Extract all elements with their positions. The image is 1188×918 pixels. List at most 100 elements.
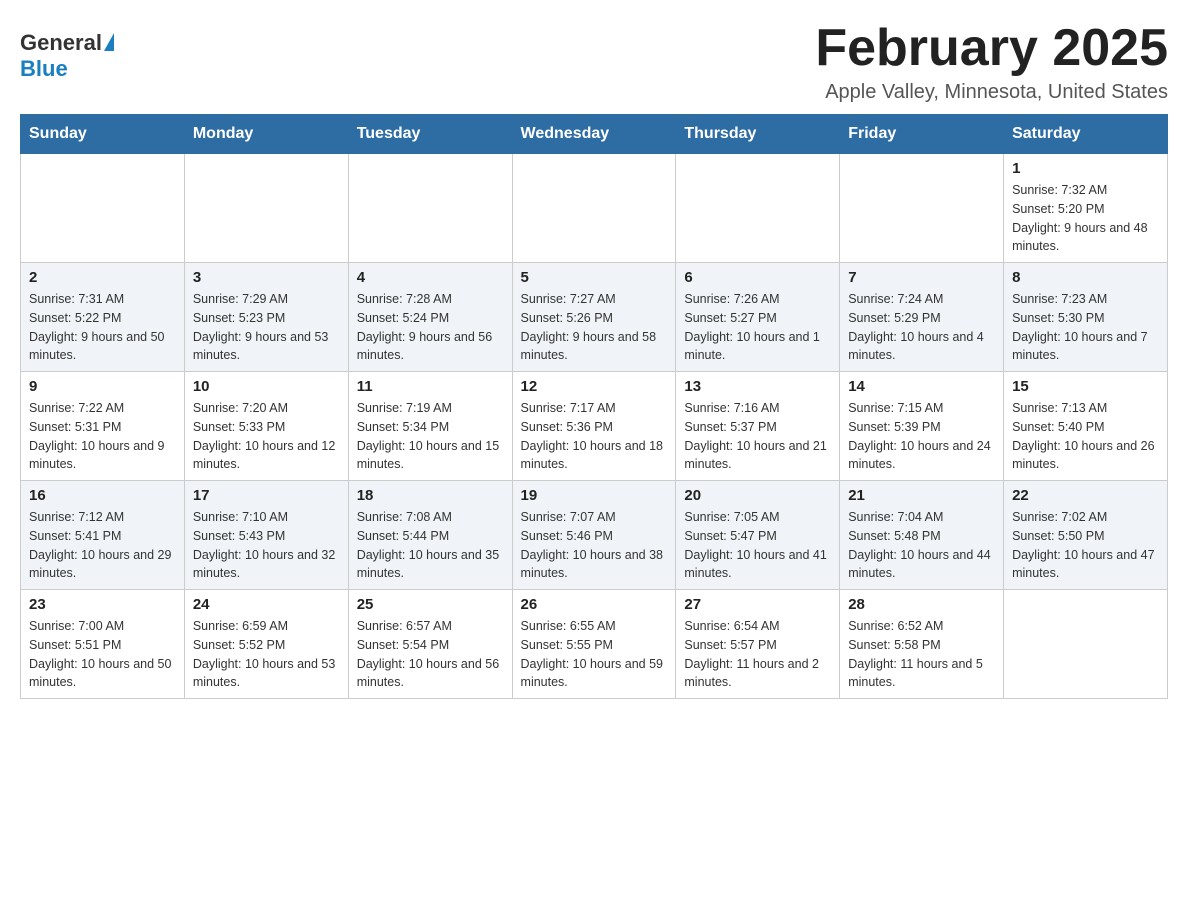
day-number: 3	[193, 269, 340, 286]
day-number: 26	[521, 596, 668, 613]
table-row	[512, 154, 676, 263]
day-number: 12	[521, 378, 668, 395]
day-number: 9	[29, 378, 176, 395]
day-number: 27	[684, 596, 831, 613]
day-number: 19	[521, 487, 668, 504]
day-number: 2	[29, 269, 176, 286]
calendar-week-row: 23 Sunrise: 7:00 AM Sunset: 5:51 PM Dayli…	[21, 590, 1168, 699]
day-info: Sunrise: 7:00 AM Sunset: 5:51 PM Dayligh…	[29, 617, 176, 692]
day-info: Sunrise: 7:22 AM Sunset: 5:31 PM Dayligh…	[29, 399, 176, 474]
day-info: Sunrise: 7:28 AM Sunset: 5:24 PM Dayligh…	[357, 290, 504, 365]
table-row: 18Sunrise: 7:08 AM Sunset: 5:44 PM Dayli…	[348, 481, 512, 590]
day-info: Sunrise: 7:32 AM Sunset: 5:20 PM Dayligh…	[1012, 181, 1159, 256]
table-row: 19 Sunrise: 7:07 AM Sunset: 5:46 PM Dayli…	[512, 481, 676, 590]
day-info: Sunrise: 7:10 AM Sunset: 5:43 PM Dayligh…	[193, 508, 340, 583]
day-number: 10	[193, 378, 340, 395]
day-number: 16	[29, 487, 176, 504]
day-info: Sunrise: 7:07 AM Sunset: 5:46 PM Dayligh…	[521, 508, 668, 583]
calendar-table: Sunday Monday Tuesday Wednesday Thursday…	[20, 114, 1168, 699]
calendar-week-row: 2 Sunrise: 7:31 AM Sunset: 5:22 PM Daylig…	[21, 263, 1168, 372]
table-row: 12 Sunrise: 7:17 AM Sunset: 5:36 PM Dayli…	[512, 372, 676, 481]
table-row: 27 Sunrise: 6:54 AM Sunset: 5:57 PM Dayli…	[676, 590, 840, 699]
day-number: 8	[1012, 269, 1159, 286]
col-tuesday: Tuesday	[348, 115, 512, 154]
day-number: 6	[684, 269, 831, 286]
table-row: 23 Sunrise: 7:00 AM Sunset: 5:51 PM Dayli…	[21, 590, 185, 699]
day-number: 13	[684, 378, 831, 395]
day-info: Sunrise: 7:05 AM Sunset: 5:47 PM Dayligh…	[684, 508, 831, 583]
logo: General Blue	[20, 20, 114, 82]
logo-triangle-icon	[104, 33, 114, 51]
table-row	[348, 154, 512, 263]
table-row: 28Sunrise: 6:52 AM Sunset: 5:58 PM Dayli…	[840, 590, 1004, 699]
logo-general-text: General	[20, 30, 102, 56]
table-row: 8 Sunrise: 7:23 AM Sunset: 5:30 PM Daylig…	[1004, 263, 1168, 372]
col-monday: Monday	[184, 115, 348, 154]
table-row: 13 Sunrise: 7:16 AM Sunset: 5:37 PM Dayli…	[676, 372, 840, 481]
day-number: 25	[357, 596, 504, 613]
col-saturday: Saturday	[1004, 115, 1168, 154]
day-info: Sunrise: 6:57 AM Sunset: 5:54 PM Dayligh…	[357, 617, 504, 692]
table-row: 17 Sunrise: 7:10 AM Sunset: 5:43 PM Dayli…	[184, 481, 348, 590]
day-number: 7	[848, 269, 995, 286]
day-number: 21	[848, 487, 995, 504]
table-row	[184, 154, 348, 263]
day-info: Sunrise: 7:31 AM Sunset: 5:22 PM Dayligh…	[29, 290, 176, 365]
col-friday: Friday	[840, 115, 1004, 154]
table-row: 4 Sunrise: 7:28 AM Sunset: 5:24 PM Daylig…	[348, 263, 512, 372]
day-info: Sunrise: 7:16 AM Sunset: 5:37 PM Dayligh…	[684, 399, 831, 474]
table-row: 2 Sunrise: 7:31 AM Sunset: 5:22 PM Daylig…	[21, 263, 185, 372]
day-info: Sunrise: 6:55 AM Sunset: 5:55 PM Dayligh…	[521, 617, 668, 692]
day-number: 28	[848, 596, 995, 613]
day-number: 5	[521, 269, 668, 286]
calendar-week-row: 9 Sunrise: 7:22 AM Sunset: 5:31 PM Daylig…	[21, 372, 1168, 481]
day-info: Sunrise: 6:54 AM Sunset: 5:57 PM Dayligh…	[684, 617, 831, 692]
month-title: February 2025	[815, 20, 1168, 77]
day-number: 24	[193, 596, 340, 613]
calendar-week-row: 16 Sunrise: 7:12 AM Sunset: 5:41 PM Dayli…	[21, 481, 1168, 590]
day-info: Sunrise: 7:12 AM Sunset: 5:41 PM Dayligh…	[29, 508, 176, 583]
table-row: 6Sunrise: 7:26 AM Sunset: 5:27 PM Daylig…	[676, 263, 840, 372]
table-row: 10Sunrise: 7:20 AM Sunset: 5:33 PM Dayli…	[184, 372, 348, 481]
table-row: 9 Sunrise: 7:22 AM Sunset: 5:31 PM Daylig…	[21, 372, 185, 481]
table-row: 20 Sunrise: 7:05 AM Sunset: 5:47 PM Dayli…	[676, 481, 840, 590]
table-row: 15Sunrise: 7:13 AM Sunset: 5:40 PM Dayli…	[1004, 372, 1168, 481]
table-row: 1 Sunrise: 7:32 AM Sunset: 5:20 PM Daylig…	[1004, 154, 1168, 263]
table-row: 26 Sunrise: 6:55 AM Sunset: 5:55 PM Dayli…	[512, 590, 676, 699]
table-row: 21 Sunrise: 7:04 AM Sunset: 5:48 PM Dayli…	[840, 481, 1004, 590]
day-number: 14	[848, 378, 995, 395]
day-info: Sunrise: 7:23 AM Sunset: 5:30 PM Dayligh…	[1012, 290, 1159, 365]
day-number: 1	[1012, 160, 1159, 177]
table-row: 5 Sunrise: 7:27 AM Sunset: 5:26 PM Daylig…	[512, 263, 676, 372]
day-info: Sunrise: 7:15 AM Sunset: 5:39 PM Dayligh…	[848, 399, 995, 474]
table-row: 7Sunrise: 7:24 AM Sunset: 5:29 PM Daylig…	[840, 263, 1004, 372]
calendar-week-row: 1 Sunrise: 7:32 AM Sunset: 5:20 PM Daylig…	[21, 154, 1168, 263]
day-number: 4	[357, 269, 504, 286]
table-row	[1004, 590, 1168, 699]
day-info: Sunrise: 7:29 AM Sunset: 5:23 PM Dayligh…	[193, 290, 340, 365]
logo-blue-text: Blue	[20, 56, 68, 82]
day-info: Sunrise: 7:27 AM Sunset: 5:26 PM Dayligh…	[521, 290, 668, 365]
table-row: 25 Sunrise: 6:57 AM Sunset: 5:54 PM Dayli…	[348, 590, 512, 699]
table-row	[21, 154, 185, 263]
table-row: 11Sunrise: 7:19 AM Sunset: 5:34 PM Dayli…	[348, 372, 512, 481]
day-info: Sunrise: 7:02 AM Sunset: 5:50 PM Dayligh…	[1012, 508, 1159, 583]
day-number: 17	[193, 487, 340, 504]
day-info: Sunrise: 7:17 AM Sunset: 5:36 PM Dayligh…	[521, 399, 668, 474]
day-number: 23	[29, 596, 176, 613]
day-number: 15	[1012, 378, 1159, 395]
table-row	[676, 154, 840, 263]
table-row: 24Sunrise: 6:59 AM Sunset: 5:52 PM Dayli…	[184, 590, 348, 699]
table-row: 22 Sunrise: 7:02 AM Sunset: 5:50 PM Dayli…	[1004, 481, 1168, 590]
page-header: General Blue February 2025 Apple Valley,…	[20, 20, 1168, 104]
day-number: 20	[684, 487, 831, 504]
day-number: 18	[357, 487, 504, 504]
table-row: 16 Sunrise: 7:12 AM Sunset: 5:41 PM Dayli…	[21, 481, 185, 590]
day-info: Sunrise: 7:04 AM Sunset: 5:48 PM Dayligh…	[848, 508, 995, 583]
title-block: February 2025 Apple Valley, Minnesota, U…	[815, 20, 1168, 104]
day-number: 11	[357, 378, 504, 395]
logo-text: General	[20, 30, 114, 56]
table-row: 14 Sunrise: 7:15 AM Sunset: 5:39 PM Dayli…	[840, 372, 1004, 481]
day-number: 22	[1012, 487, 1159, 504]
location-subtitle: Apple Valley, Minnesota, United States	[815, 81, 1168, 104]
